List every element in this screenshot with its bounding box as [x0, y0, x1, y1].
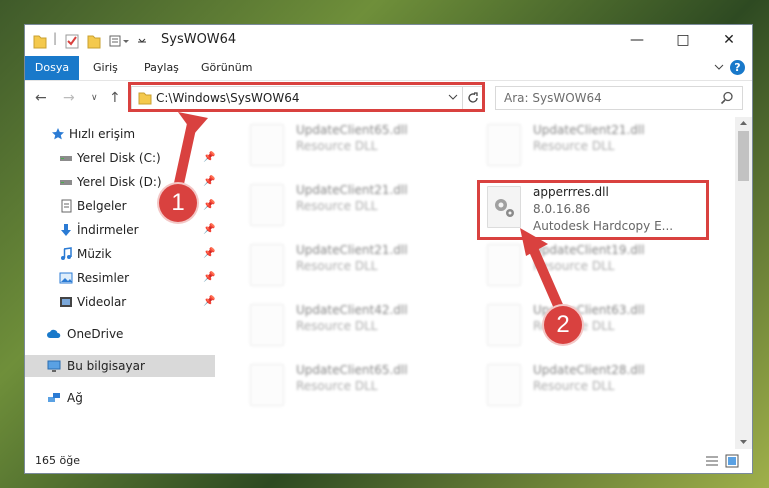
annotation-arrows — [173, 112, 565, 315]
step-badge-2: 2 — [544, 306, 582, 344]
arrow-1 — [173, 119, 197, 193]
step-badge-1: 1 — [159, 184, 197, 222]
arrowhead-1 — [178, 112, 208, 134]
arrow-2 — [527, 241, 565, 315]
